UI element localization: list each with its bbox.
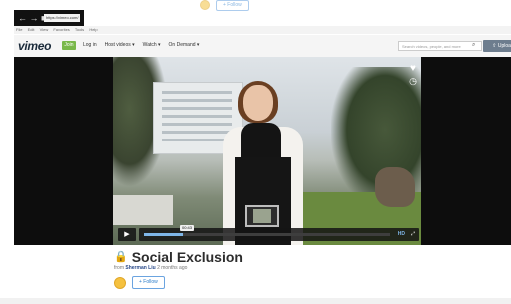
video-title-row: 🔒 Social Exclusion: [114, 249, 243, 265]
browser-address-bar: ← → ■ https://vimeo.com/: [14, 10, 84, 26]
watch-later-icon[interactable]: ◷: [408, 76, 418, 86]
follow-button[interactable]: + Follow: [132, 276, 165, 289]
main-nav: Log in Host videos ▾ Watch ▾ On Demand ▾: [83, 42, 199, 48]
search-icon[interactable]: ⌕: [472, 42, 475, 49]
video-player[interactable]: ♥ ◷ ▶ 00:43 HD ⤢: [14, 57, 511, 245]
menu-item-help[interactable]: Help: [89, 27, 97, 32]
menu-item-favorites[interactable]: Favorites: [53, 27, 69, 32]
menu-item-edit[interactable]: Edit: [28, 27, 35, 32]
join-button[interactable]: Join: [62, 41, 76, 50]
byline-prefix: from: [114, 265, 124, 271]
progress-fill: [144, 233, 184, 236]
search-input[interactable]: Search videos, people, and more: [398, 41, 482, 51]
nav-on-demand[interactable]: On Demand ▾: [169, 42, 200, 48]
video-title: Social Exclusion: [131, 249, 243, 265]
upload-button[interactable]: ⇧ Upload: [483, 40, 511, 52]
presenter-face: [243, 85, 273, 121]
nav-watch[interactable]: Watch ▾: [143, 42, 161, 48]
browser-nav-icons[interactable]: ← → ■: [18, 13, 46, 23]
hd-toggle[interactable]: HD: [398, 231, 405, 237]
presenter-tablet: [245, 205, 279, 227]
video-byline: from Sherman Liu 2 months ago: [114, 265, 187, 271]
nav-login[interactable]: Log in: [83, 42, 97, 48]
divider: [0, 298, 511, 304]
lock-icon: 🔒: [114, 251, 128, 263]
background-bench: [113, 195, 173, 225]
upload-age: 2 months ago: [157, 265, 188, 271]
control-bar: 00:43 HD ⤢: [139, 225, 419, 241]
vimeo-logo[interactable]: vimeo: [18, 39, 51, 53]
follow-button[interactable]: + Follow: [216, 0, 249, 11]
follow-row: + Follow: [114, 276, 165, 289]
nav-host-videos[interactable]: Host videos ▾: [105, 42, 135, 48]
menu-item-tools[interactable]: Tools: [75, 27, 84, 32]
video-frame[interactable]: [113, 57, 421, 245]
progress-bar[interactable]: 00:43: [144, 225, 390, 236]
menu-item-file[interactable]: File: [16, 27, 22, 32]
url-field[interactable]: https://vimeo.com/: [44, 14, 80, 22]
play-button[interactable]: ▶: [118, 228, 136, 241]
top-follow-group: + Follow: [200, 0, 249, 11]
player-controls: ▶ 00:43 HD ⤢: [113, 225, 421, 241]
browser-menu-bar: File Edit View Favorites Tools Help: [14, 26, 511, 34]
author-link[interactable]: Sherman Liu: [125, 265, 155, 271]
background-rock: [375, 167, 415, 207]
avatar[interactable]: [114, 276, 126, 289]
fullscreen-icon[interactable]: ⤢: [411, 231, 415, 237]
site-header: vimeo Join Log in Host videos ▾ Watch ▾ …: [14, 35, 511, 58]
avatar: [200, 0, 210, 10]
menu-item-view[interactable]: View: [40, 27, 49, 32]
like-icon[interactable]: ♥: [408, 64, 418, 74]
time-indicator: 00:43: [180, 225, 195, 231]
